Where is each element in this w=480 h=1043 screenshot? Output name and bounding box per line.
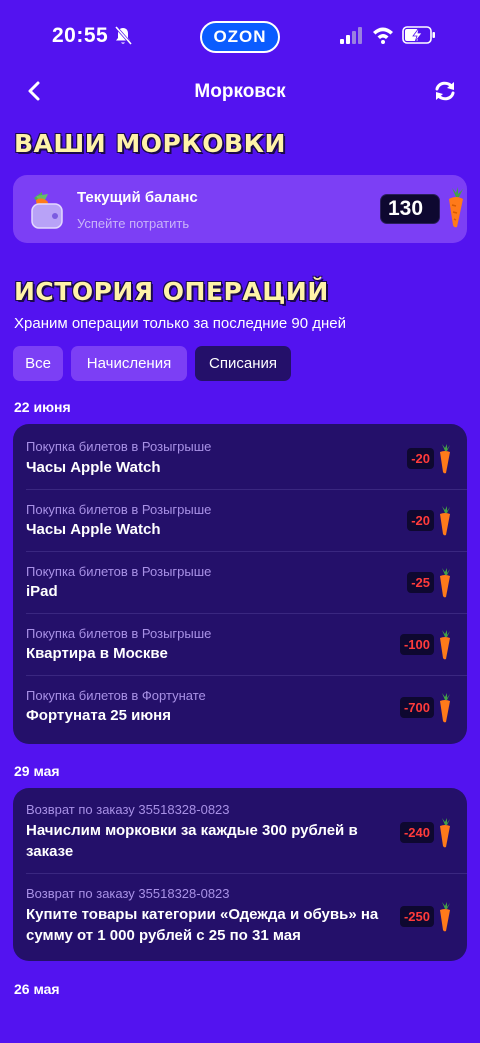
refresh-icon[interactable] bbox=[433, 80, 457, 102]
carrot-icon bbox=[440, 902, 450, 932]
operation-amount: -20 bbox=[407, 510, 434, 531]
filter-all[interactable]: Все bbox=[13, 346, 63, 381]
operation-amount: -240 bbox=[399, 822, 434, 843]
balance-subtitle: Успейте потратить bbox=[77, 216, 190, 231]
operation-name-line2: заказе bbox=[26, 843, 74, 860]
history-section-title: ИСТОРИЯ ОПЕРАЦИЙ bbox=[14, 277, 329, 306]
operations-group: Покупка билетов в Розыгрыше Часы Apple W… bbox=[13, 424, 467, 744]
operation-row[interactable]: Покупка билетов в Розыгрыше Часы Apple W… bbox=[13, 490, 467, 552]
operation-category: Покупка билетов в Розыгрыше bbox=[26, 502, 212, 517]
operation-row[interactable]: Возврат по заказу 35518328-0823 Купите т… bbox=[13, 874, 467, 961]
operation-name: Фортуната 25 июня bbox=[26, 707, 171, 724]
carrot-icon bbox=[440, 693, 450, 723]
battery-charging-icon bbox=[402, 26, 435, 44]
date-label: 22 июня bbox=[14, 399, 71, 415]
signal-icon bbox=[340, 27, 362, 44]
operation-amount: -700 bbox=[399, 697, 434, 718]
operation-amount: -20 bbox=[407, 448, 434, 469]
carrot-icon bbox=[449, 187, 463, 228]
operation-row[interactable]: Покупка билетов в Розыгрыше Часы Apple W… bbox=[13, 424, 467, 490]
operations-group: Возврат по заказу 35518328-0823 Начислим… bbox=[13, 788, 467, 961]
operation-row[interactable]: Покупка билетов в Фортунате Фортуната 25… bbox=[13, 676, 467, 744]
wallet-carrot-icon bbox=[31, 192, 63, 229]
carrot-icon bbox=[440, 568, 450, 598]
operation-category: Возврат по заказу 35518328-0823 bbox=[26, 886, 230, 901]
balance-card: Текущий баланс Успейте потратить 130 bbox=[13, 175, 467, 243]
operation-name: Часы Apple Watch bbox=[26, 459, 161, 476]
operation-row[interactable]: Покупка билетов в Розыгрыше iPad -25 bbox=[13, 552, 467, 614]
wifi-icon bbox=[373, 27, 393, 44]
balance-title: Текущий баланс bbox=[77, 189, 198, 206]
date-label: 29 мая bbox=[14, 763, 60, 779]
operation-name-line1: Купите товары категории «Одежда и обувь»… bbox=[26, 906, 379, 923]
operation-amount: -25 bbox=[407, 572, 434, 593]
operation-name: Квартира в Москве bbox=[26, 645, 168, 662]
carrot-icon bbox=[440, 444, 450, 474]
operation-name-line1: Начислим морковки за каждые 300 рублей в bbox=[26, 822, 358, 839]
operation-amount: -250 bbox=[399, 906, 434, 927]
operation-category: Покупка билетов в Розыгрыше bbox=[26, 439, 212, 454]
carrot-icon bbox=[440, 506, 450, 536]
balance-section-title: ВАШИ МОРКОВКИ bbox=[14, 129, 286, 158]
operation-category: Покупка билетов в Фортунате bbox=[26, 688, 206, 703]
operation-category: Покупка билетов в Розыгрыше bbox=[26, 626, 212, 641]
carrot-icon bbox=[440, 630, 450, 660]
ozon-logo: OZON bbox=[200, 21, 280, 53]
operation-row[interactable]: Покупка билетов в Розыгрыше Квартира в М… bbox=[13, 614, 467, 676]
filter-writeoffs[interactable]: Списания bbox=[195, 346, 291, 381]
balance-amount: 130 bbox=[380, 194, 440, 224]
page-title: Морковск bbox=[194, 81, 286, 102]
operation-name: iPad bbox=[26, 583, 58, 600]
date-label: 26 мая bbox=[14, 981, 60, 997]
carrot-icon bbox=[440, 818, 450, 848]
operation-name: Часы Apple Watch bbox=[26, 521, 161, 538]
status-bar: 20:55 OZON bbox=[0, 0, 480, 70]
bell-off-icon bbox=[114, 26, 132, 45]
operation-category: Покупка билетов в Розыгрыше bbox=[26, 564, 212, 579]
operation-category: Возврат по заказу 35518328-0823 bbox=[26, 802, 230, 817]
operation-amount: -100 bbox=[399, 634, 434, 655]
operation-row[interactable]: Возврат по заказу 35518328-0823 Начислим… bbox=[13, 788, 467, 874]
status-time: 20:55 bbox=[52, 24, 109, 47]
filter-accruals[interactable]: Начисления bbox=[71, 346, 187, 381]
operation-name-line2: сумму от 1 000 рублей с 25 по 31 мая bbox=[26, 927, 301, 944]
history-subtitle: Храним операции только за последние 90 д… bbox=[14, 315, 347, 332]
